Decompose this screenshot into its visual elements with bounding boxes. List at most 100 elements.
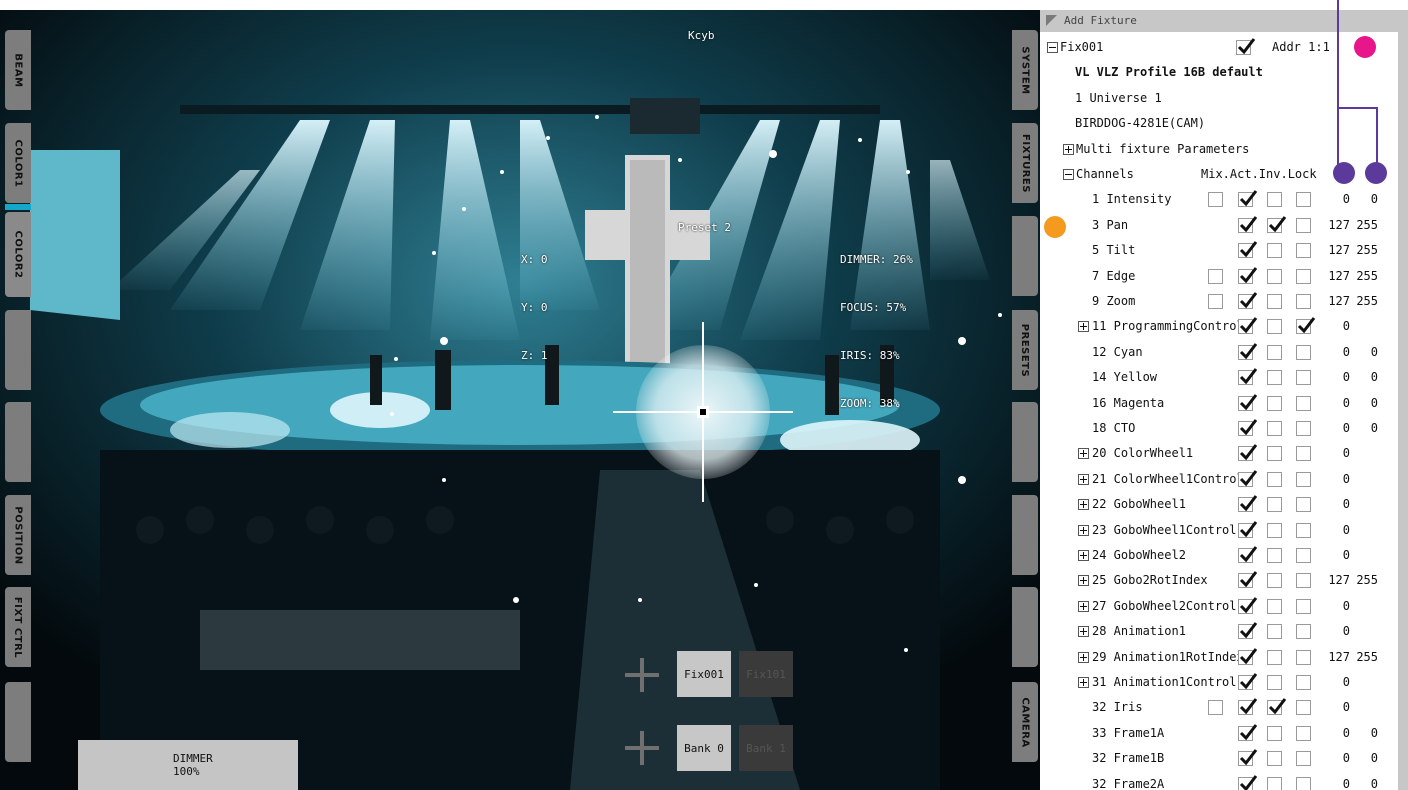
channel-row[interactable]: 1 Intensity 0 0 xyxy=(1040,188,1398,213)
inv-checkbox[interactable] xyxy=(1267,675,1282,690)
act-checkbox[interactable] xyxy=(1238,292,1258,309)
inv-checkbox[interactable] xyxy=(1267,446,1282,462)
lock-checkbox[interactable] xyxy=(1296,421,1311,436)
channel-row[interactable]: 21 ColorWheel1Control 0 xyxy=(1040,468,1398,493)
act-checkbox[interactable] xyxy=(1238,444,1258,462)
channel-row[interactable]: 14 Yellow 0 0 xyxy=(1040,366,1398,391)
camera-viewport[interactable]: Kcyb X: 0 Y: 0 Z: 1 Preset 2 DIMMER: 26%… xyxy=(0,10,1040,790)
act-checkbox[interactable] xyxy=(1238,241,1258,259)
lock-checkbox[interactable] xyxy=(1296,268,1311,284)
inv-checkbox[interactable] xyxy=(1267,395,1282,411)
tab-beam[interactable]: BEAM xyxy=(5,30,31,110)
tab-left-blank-1[interactable] xyxy=(5,310,31,390)
lock-checkbox[interactable] xyxy=(1296,344,1311,360)
inv-checkbox[interactable] xyxy=(1267,776,1282,790)
channel-row[interactable]: 32 Frame1B 0 0 xyxy=(1040,747,1398,772)
inv-checkbox[interactable] xyxy=(1267,548,1282,563)
lock-checkbox[interactable] xyxy=(1296,675,1311,690)
tab-color2[interactable]: COLOR2 xyxy=(5,212,31,297)
channel-row[interactable]: 20 ColorWheel1 0 xyxy=(1040,442,1398,467)
channel-row[interactable]: 16 Magenta 0 0 xyxy=(1040,392,1398,417)
channel-row[interactable]: 3 Pan 127 255 xyxy=(1040,214,1398,239)
inv-checkbox[interactable] xyxy=(1267,294,1282,309)
lock-checkbox[interactable] xyxy=(1296,624,1311,640)
channel-row[interactable]: 7 Edge 127 255 xyxy=(1040,265,1398,290)
tab-camera[interactable]: CAMERA xyxy=(1012,682,1038,762)
lock-checkbox[interactable] xyxy=(1296,522,1311,538)
channel-row[interactable]: 12 Cyan 0 0 xyxy=(1040,341,1398,366)
channel-row[interactable]: 32 Frame2A 0 0 xyxy=(1040,773,1398,790)
channel-row[interactable]: 11 ProgrammingControl 0 xyxy=(1040,315,1398,340)
channel-row[interactable]: 31 Animation1Control 0 xyxy=(1040,671,1398,696)
act-checkbox[interactable] xyxy=(1238,368,1258,386)
tab-fixtures[interactable]: FIXTURES xyxy=(1012,123,1038,203)
act-checkbox[interactable] xyxy=(1238,419,1258,436)
act-checkbox[interactable] xyxy=(1238,342,1258,360)
bank-select-0[interactable]: Bank 0 xyxy=(677,725,731,771)
channel-row[interactable]: 25 Gobo2RotIndex 127 255 xyxy=(1040,569,1398,594)
channel-row[interactable]: 23 GoboWheel1Control 0 xyxy=(1040,519,1398,544)
expand-icon[interactable] xyxy=(1078,651,1089,663)
expand-icon[interactable] xyxy=(1078,473,1089,485)
tab-color1[interactable]: COLOR1 xyxy=(5,123,31,203)
tab-left-blank-3[interactable] xyxy=(5,682,31,762)
lock-checkbox[interactable] xyxy=(1296,446,1311,462)
expand-icon[interactable] xyxy=(1078,321,1089,333)
lock-checkbox[interactable] xyxy=(1296,192,1311,208)
channel-row[interactable]: 32 Iris 0 xyxy=(1040,696,1398,721)
channel-row[interactable]: 29 Animation1RotIndex 127 255 xyxy=(1040,646,1398,671)
tab-system[interactable]: SYSTEM xyxy=(1012,30,1038,110)
add-bank-plus-icon[interactable] xyxy=(625,731,659,765)
inv-checkbox[interactable] xyxy=(1267,497,1282,513)
tab-right-blank-3[interactable] xyxy=(1012,495,1038,575)
act-checkbox[interactable] xyxy=(1238,723,1258,741)
inv-checkbox[interactable] xyxy=(1267,725,1282,741)
channel-row[interactable]: 18 CTO 0 0 xyxy=(1040,417,1398,442)
fixture-enabled-checkbox[interactable] xyxy=(1236,38,1256,55)
lock-checkbox[interactable] xyxy=(1296,751,1311,767)
inv-checkbox[interactable] xyxy=(1267,698,1287,716)
tab-right-blank-1[interactable] xyxy=(1012,216,1038,296)
expand-icon[interactable] xyxy=(1078,524,1089,536)
inv-checkbox[interactable] xyxy=(1267,319,1282,335)
inv-checkbox[interactable] xyxy=(1267,624,1282,640)
act-checkbox[interactable] xyxy=(1238,571,1258,589)
expand-icon[interactable] xyxy=(1078,626,1089,638)
lock-checkbox[interactable] xyxy=(1296,700,1311,716)
act-checkbox[interactable] xyxy=(1238,698,1258,716)
inv-checkbox[interactable] xyxy=(1267,471,1282,487)
expand-icon[interactable] xyxy=(1078,448,1089,460)
inv-checkbox[interactable] xyxy=(1267,243,1282,259)
inv-checkbox[interactable] xyxy=(1267,421,1282,436)
act-checkbox[interactable] xyxy=(1238,266,1258,284)
act-checkbox[interactable] xyxy=(1238,749,1258,767)
mix-checkbox[interactable] xyxy=(1208,192,1223,208)
inv-checkbox[interactable] xyxy=(1267,344,1282,360)
act-checkbox[interactable] xyxy=(1238,317,1258,335)
inv-checkbox[interactable] xyxy=(1267,215,1287,233)
lock-checkbox[interactable] xyxy=(1296,217,1311,233)
act-checkbox[interactable] xyxy=(1238,596,1258,614)
tab-fixt-ctrl[interactable]: FIXT CTRL xyxy=(5,587,31,667)
inv-checkbox[interactable] xyxy=(1267,598,1282,614)
collapse-icon[interactable] xyxy=(1063,169,1074,180)
inv-checkbox[interactable] xyxy=(1267,573,1282,589)
expand-icon[interactable] xyxy=(1078,575,1089,587)
expand-icon[interactable] xyxy=(1078,600,1089,612)
bank-select-1[interactable]: Bank 1 xyxy=(739,725,793,771)
tab-position[interactable]: POSITION xyxy=(5,495,31,575)
act-checkbox[interactable] xyxy=(1238,622,1258,640)
lock-checkbox[interactable] xyxy=(1296,776,1311,790)
collapse-icon[interactable] xyxy=(1047,42,1058,53)
lock-checkbox[interactable] xyxy=(1296,548,1311,563)
mix-checkbox[interactable] xyxy=(1208,294,1223,309)
tab-presets[interactable]: PRESETS xyxy=(1012,310,1038,390)
channel-row[interactable]: 24 GoboWheel2 0 xyxy=(1040,544,1398,569)
tab-right-blank-2[interactable] xyxy=(1012,402,1038,482)
inv-checkbox[interactable] xyxy=(1267,370,1282,386)
tab-right-blank-4[interactable] xyxy=(1012,587,1038,667)
fixture-select-fix101[interactable]: Fix101 xyxy=(739,651,793,697)
lock-checkbox[interactable] xyxy=(1296,317,1316,335)
inv-checkbox[interactable] xyxy=(1267,522,1282,538)
inv-checkbox[interactable] xyxy=(1267,268,1282,284)
